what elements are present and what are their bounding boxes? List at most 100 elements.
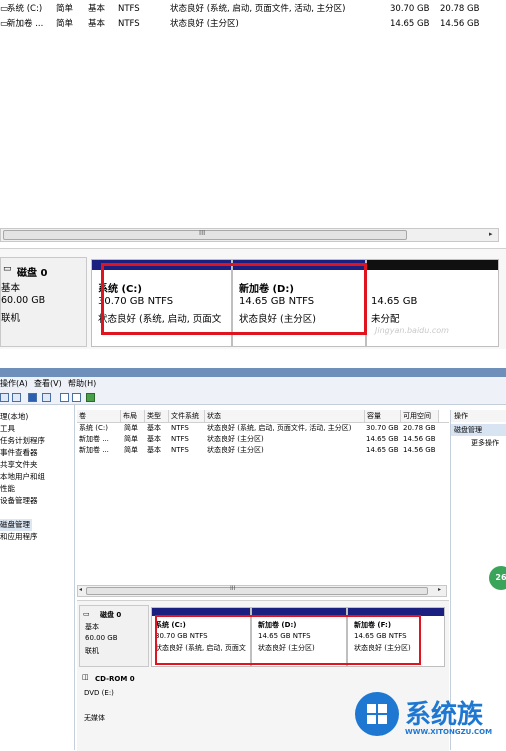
shield-icon[interactable] xyxy=(86,393,95,402)
tree-item[interactable]: 共享文件夹 xyxy=(0,459,38,471)
cdrom-icon: ◫ xyxy=(82,673,89,681)
volume-free: 20.78 GB xyxy=(440,4,480,14)
disk-panel: ▭ 磁盘 0 基本 60.00 GB 联机 系统 (C:) 30.70 GB N… xyxy=(0,248,506,349)
actions-title: 操作 xyxy=(451,410,506,422)
more-actions-link[interactable]: 更多操作 xyxy=(471,438,499,448)
volume-capacity: 14.65 GB xyxy=(366,435,399,443)
col-layout[interactable]: 布局 xyxy=(121,410,145,422)
menu-view[interactable]: 查看(V) xyxy=(34,377,62,390)
menu-action[interactable]: 操作(A) xyxy=(0,377,28,390)
volume-layout: 简单 xyxy=(56,4,74,14)
tree-item[interactable]: 事件查看器 xyxy=(0,447,38,459)
col-fs[interactable]: 文件系统 xyxy=(169,410,205,422)
volume-name: 新加卷 ... xyxy=(79,435,109,443)
volume-fs: NTFS xyxy=(118,19,140,29)
column-header: 卷 布局 类型 文件系统 状态 容量 可用空间 xyxy=(77,410,449,423)
disk-size: 60.00 GB xyxy=(85,634,118,642)
disk-kind: 基本 xyxy=(1,283,21,294)
tree-item[interactable]: 设备管理器 xyxy=(0,495,38,507)
logo-text: 系统族 xyxy=(405,700,484,730)
volume-free: 14.56 GB xyxy=(403,435,436,443)
volume-type: 基本 xyxy=(147,435,161,443)
volume-capacity: 30.70 GB xyxy=(366,424,399,432)
scroll-right-arrow-icon[interactable]: ▸ xyxy=(489,230,493,238)
tree-item[interactable]: 工具 xyxy=(0,423,15,435)
disk-size: 60.00 GB xyxy=(1,295,46,306)
volume-status: 状态良好 (主分区) xyxy=(207,435,264,443)
scrollbar-thumb[interactable] xyxy=(86,587,428,595)
cdrom-drive: DVD (E:) xyxy=(84,689,114,697)
show-tree-icon[interactable] xyxy=(12,393,21,402)
volume-free: 14.56 GB xyxy=(440,19,480,29)
disk-icon: ▭ xyxy=(3,264,12,274)
volume-status: 状态良好 (主分区) xyxy=(170,19,239,29)
col-type[interactable]: 类型 xyxy=(145,410,169,422)
volume-type: 基本 xyxy=(147,424,161,432)
highlight-box xyxy=(101,263,367,335)
volume-free: 20.78 GB xyxy=(403,424,436,432)
horizontal-scrollbar[interactable]: III ◂ ▸ xyxy=(77,585,447,597)
scroll-grip: III xyxy=(230,585,236,592)
volume-layout: 简单 xyxy=(124,446,138,454)
scroll-grip: III xyxy=(199,229,206,237)
volume-capacity: 14.65 GB xyxy=(390,19,430,29)
table-row[interactable]: 系统 (C:) 简单 基本 NTFS 状态良好 (系统, 启动, 页面文件, 活… xyxy=(77,423,449,434)
volume-row[interactable]: ▭ 新加卷 ... 简单 基本 NTFS 状态良好 (主分区) 14.65 GB… xyxy=(0,18,506,31)
properties-icon[interactable] xyxy=(42,393,51,402)
connect-icon[interactable] xyxy=(60,393,69,402)
table-row[interactable]: 新加卷 ... 简单 基本 NTFS 状态良好 (主分区) 14.65 GB 1… xyxy=(77,434,449,445)
disk-title: 磁盘 0 xyxy=(100,611,122,619)
volume-status: 状态良好 (系统, 启动, 页面文件, 活动, 主分区) xyxy=(207,424,352,432)
menu-bar: 操作(A) 查看(V) 帮助(H) xyxy=(0,377,506,390)
back-icon[interactable] xyxy=(0,393,9,402)
disk-state: 联机 xyxy=(1,313,21,324)
volume-fs: NTFS xyxy=(171,424,189,432)
scroll-right-arrow-icon[interactable]: ▸ xyxy=(438,586,441,593)
logo-url: WWW.XITONGZU.COM xyxy=(405,728,493,736)
menu-help[interactable]: 帮助(H) xyxy=(68,377,96,390)
actions-section: 磁盘管理 xyxy=(451,424,506,436)
col-status[interactable]: 状态 xyxy=(205,410,365,422)
tree-item[interactable]: 性能 xyxy=(0,483,15,495)
partition-unallocated[interactable]: 14.65 GB 未分配 Jingyan.baidu.com xyxy=(366,259,499,347)
volume-list: 卷 布局 类型 文件系统 状态 容量 可用空间 系统 (C:) 简单 基本 NT… xyxy=(77,410,449,597)
volume-layout: 简单 xyxy=(124,435,138,443)
tree-item[interactable]: 本地用户和组 xyxy=(0,471,45,483)
tree-item[interactable]: 理(本地) xyxy=(0,411,28,423)
volume-type: 基本 xyxy=(147,446,161,454)
volume-layout: 简单 xyxy=(124,424,138,432)
disk-label: ▭ 磁盘 0 基本 60.00 GB 联机 xyxy=(79,605,149,667)
col-volume[interactable]: 卷 xyxy=(77,410,121,422)
volume-type: 基本 xyxy=(88,4,106,14)
volume-layout: 简单 xyxy=(56,19,74,29)
floating-badge-text: 26 xyxy=(495,573,506,582)
top-screenshot: ▭ 系统 (C:) 简单 基本 NTFS 状态良好 (系统, 启动, 页面文件,… xyxy=(0,0,506,350)
cdrom-label: ◫ CD-ROM 0 DVD (E:) 无媒体 xyxy=(79,671,147,735)
help-icon[interactable] xyxy=(28,393,37,402)
volume-status: 状态良好 (系统, 启动, 页面文件, 活动, 主分区) xyxy=(170,4,346,14)
tree-item-selected[interactable]: 磁盘管理 xyxy=(0,519,32,531)
title-bar xyxy=(0,368,506,377)
volume-name: 系统 (C:) xyxy=(7,4,43,14)
partition-bar xyxy=(367,260,498,270)
col-capacity[interactable]: 容量 xyxy=(365,410,401,422)
volume-capacity: 14.65 GB xyxy=(366,446,399,454)
bottom-screenshot: 操作(A) 查看(V) 帮助(H) 理(本地) 工具 任务计划程序 事件查看器 … xyxy=(0,368,506,751)
check-icon[interactable] xyxy=(72,393,81,402)
volume-fs: NTFS xyxy=(118,4,140,14)
horizontal-scrollbar[interactable]: III ▸ xyxy=(0,228,499,242)
floating-badge[interactable]: 26 xyxy=(489,566,506,590)
disk-state: 联机 xyxy=(85,647,99,655)
site-logo: 系统族 WWW.XITONGZU.COM xyxy=(355,686,506,750)
volume-name: 新加卷 ... xyxy=(7,19,44,29)
volume-row[interactable]: ▭ 系统 (C:) 简单 基本 NTFS 状态良好 (系统, 启动, 页面文件,… xyxy=(0,3,506,16)
col-free[interactable]: 可用空间 xyxy=(401,410,439,422)
tree-item[interactable]: 和应用程序 xyxy=(0,531,38,543)
disk-kind: 基本 xyxy=(85,623,99,631)
table-row[interactable]: 新加卷 ... 简单 基本 NTFS 状态良好 (主分区) 14.65 GB 1… xyxy=(77,445,449,456)
scroll-left-arrow-icon[interactable]: ◂ xyxy=(79,586,82,593)
volume-fs: NTFS xyxy=(171,446,189,454)
tree-item[interactable]: 任务计划程序 xyxy=(0,435,45,447)
partition-size: 14.65 GB xyxy=(371,296,418,307)
volume-type: 基本 xyxy=(88,19,106,29)
